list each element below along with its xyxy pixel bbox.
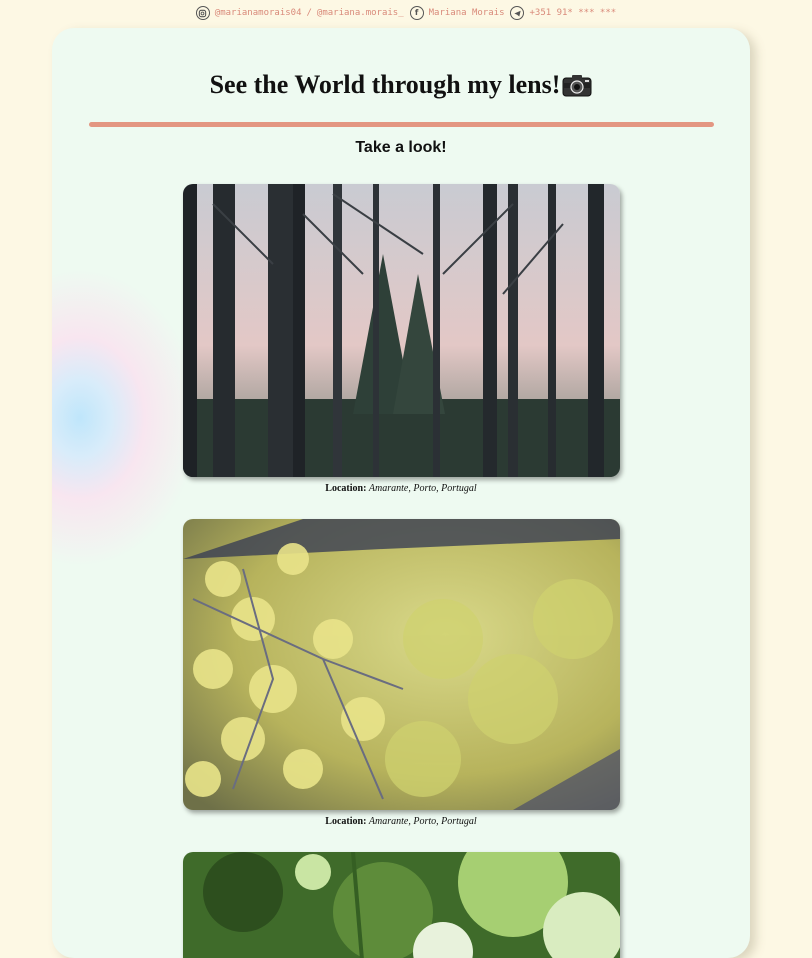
photo-caption: Location: Amarante, Porto, Portugal xyxy=(52,483,750,494)
title-divider xyxy=(89,122,714,127)
handle-separator: / xyxy=(306,8,312,18)
instagram-handle-link[interactable]: @marianamorais04 xyxy=(215,8,302,18)
location-value: Amarante, Porto, Portugal xyxy=(368,816,477,827)
location-label: Location: xyxy=(325,483,367,494)
alt-handle-link[interactable]: @mariana.morais_ xyxy=(317,8,404,18)
contact-bar: @marianamorais04 / @mariana.morais_ f Ma… xyxy=(0,0,812,26)
location-value: Amarante, Porto, Portugal xyxy=(368,483,477,494)
gallery-subtitle: Take a look! xyxy=(355,139,447,156)
photo-caption: Location: Amarante, Porto, Portugal xyxy=(52,816,750,827)
page-title: See the World through my lens! xyxy=(52,70,750,100)
page-title-text: See the World through my lens! xyxy=(209,70,561,99)
telegram-icon[interactable] xyxy=(510,6,525,20)
instagram-icon[interactable] xyxy=(195,6,210,20)
facebook-name-link[interactable]: Mariana Morais xyxy=(429,8,505,18)
gallery-photo-mimosa[interactable] xyxy=(183,519,620,810)
facebook-icon[interactable]: f xyxy=(409,6,424,20)
gallery-photo-leaves[interactable] xyxy=(183,852,620,958)
main-card: See the World through my lens! Take a lo… xyxy=(52,28,750,958)
camera-icon xyxy=(562,75,592,97)
location-label: Location: xyxy=(325,816,367,827)
background-glow xyxy=(52,268,200,568)
gallery-photo-forest[interactable] xyxy=(183,184,620,477)
phone-link[interactable]: +351 91* *** *** xyxy=(529,8,616,18)
